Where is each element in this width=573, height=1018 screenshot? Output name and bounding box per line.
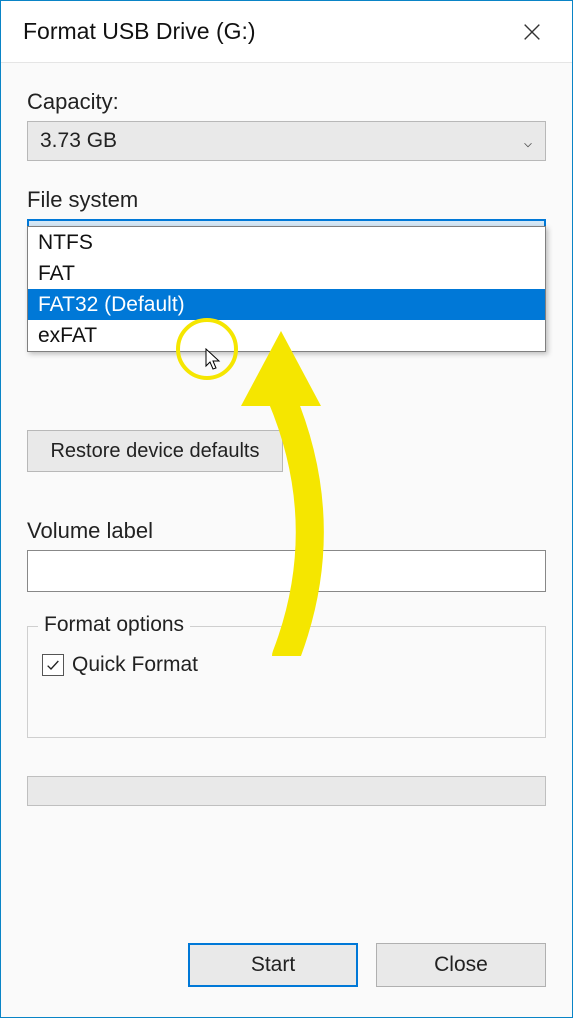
filesystem-dropdown: NTFS FAT FAT32 (Default) exFAT [27,226,546,352]
volume-label-input[interactable] [27,550,546,592]
filesystem-option-fat32[interactable]: FAT32 (Default) [28,289,545,320]
format-dialog: Format USB Drive (G:) Capacity: 3.73 GB … [0,0,573,1018]
format-options-group: Format options Quick Format [27,626,546,738]
filesystem-label: File system [27,187,546,213]
close-button[interactable]: Close [376,943,546,987]
start-button[interactable]: Start [188,943,358,987]
volume-label-label: Volume label [27,518,546,544]
titlebar: Format USB Drive (G:) [1,1,572,63]
restore-defaults-button[interactable]: Restore device defaults [27,430,283,472]
spacer [27,472,546,514]
capacity-value: 3.73 GB [40,129,117,153]
capacity-select[interactable]: 3.73 GB [27,121,546,161]
quick-format-row: Quick Format [42,653,531,677]
format-options-legend: Format options [38,613,190,637]
close-icon[interactable] [510,10,554,54]
filesystem-option-fat[interactable]: FAT [28,258,545,289]
quick-format-label: Quick Format [72,653,198,677]
content-area: Capacity: 3.73 GB File system FAT32 (Def… [1,63,572,903]
filesystem-option-ntfs[interactable]: NTFS [28,227,545,258]
capacity-label: Capacity: [27,89,546,115]
chevron-down-icon [521,134,535,148]
filesystem-option-exfat[interactable]: exFAT [28,320,545,351]
progress-bar [27,776,546,806]
quick-format-checkbox[interactable] [42,654,64,676]
button-bar: Start Close [1,903,572,1017]
window-title: Format USB Drive (G:) [23,18,256,45]
